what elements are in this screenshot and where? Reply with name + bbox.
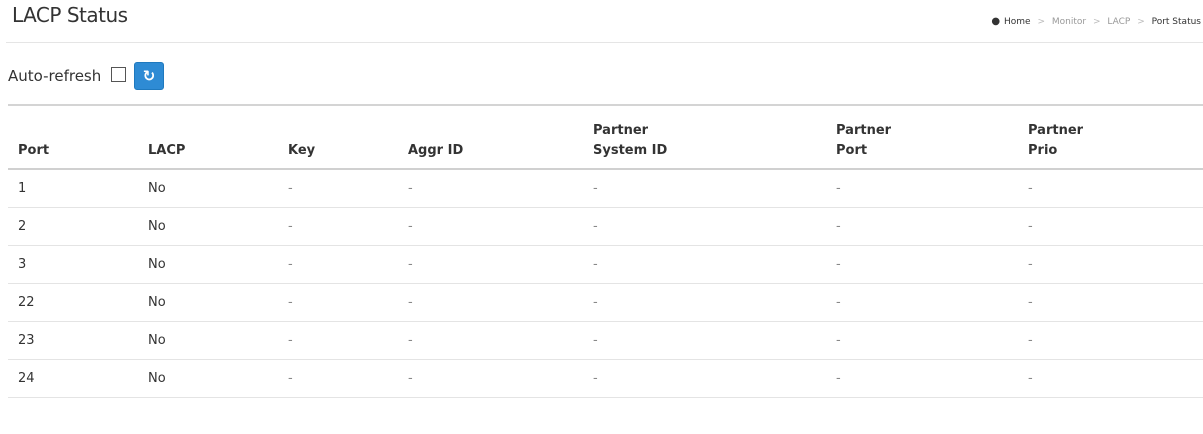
partner-port-cell: - [826, 245, 1018, 284]
refresh-icon: ↻ [142, 67, 156, 85]
partner-system-id-cell: - [583, 245, 826, 284]
table-row: 1 No - - - - - [8, 169, 1203, 208]
lacp-status-table-container: Port LACP Key Aggr ID Partner System ID P… [8, 104, 1203, 398]
partner-system-id-cell: - [583, 207, 826, 246]
breadcrumb-home[interactable]: Home [1004, 17, 1031, 27]
partner-prio-cell: - [1018, 207, 1203, 246]
partner-prio-cell: - [1018, 283, 1203, 322]
partner-system-id-cell: - [583, 283, 826, 322]
partner-port-cell: - [826, 169, 1018, 208]
table-row: 24 No - - - - - [8, 359, 1203, 398]
port-cell: 1 [8, 169, 138, 208]
aggr-id-cell: - [398, 245, 583, 284]
aggr-id-cell: - [398, 207, 583, 246]
table-row: 22 No - - - - - [8, 283, 1203, 322]
partner-system-id-cell: - [583, 359, 826, 398]
partner-port-cell: - [826, 207, 1018, 246]
title-divider [6, 42, 1203, 43]
aggr-id-cell: - [398, 321, 583, 360]
table-row: 2 No - - - - - [8, 207, 1203, 246]
column-header-partner-system-id: Partner System ID [583, 106, 826, 170]
breadcrumb-monitor[interactable]: Monitor [1052, 17, 1086, 27]
column-header-partner-port: Partner Port [826, 106, 1018, 170]
column-header-port: Port [8, 106, 138, 170]
partner-system-id-cell: - [583, 169, 826, 208]
lacp-cell: No [138, 245, 278, 284]
port-cell: 24 [8, 359, 138, 398]
key-cell: - [278, 359, 398, 398]
aggr-id-cell: - [398, 359, 583, 398]
breadcrumb-port-status: Port Status [1151, 17, 1201, 27]
partner-system-id-cell: - [583, 321, 826, 360]
breadcrumb-separator: > [1037, 17, 1045, 27]
lacp-cell: No [138, 283, 278, 322]
key-cell: - [278, 245, 398, 284]
refresh-button[interactable]: ↻ [134, 62, 164, 90]
partner-prio-cell: - [1018, 321, 1203, 360]
port-cell: 23 [8, 321, 138, 360]
partner-prio-cell: - [1018, 359, 1203, 398]
lacp-status-page: LACP Status ● Home > Monitor > LACP > Po… [0, 0, 1203, 434]
lacp-cell: No [138, 169, 278, 208]
port-cell: 3 [8, 245, 138, 284]
port-cell: 22 [8, 283, 138, 322]
partner-port-cell: - [826, 359, 1018, 398]
auto-refresh-label: Auto-refresh [8, 67, 102, 85]
key-cell: - [278, 207, 398, 246]
lacp-cell: No [138, 359, 278, 398]
breadcrumb-lacp[interactable]: LACP [1107, 17, 1130, 27]
partner-port-cell: - [826, 321, 1018, 360]
column-header-key: Key [278, 106, 398, 170]
lacp-cell: No [138, 321, 278, 360]
partner-prio-cell: - [1018, 245, 1203, 284]
column-header-lacp: LACP [138, 106, 278, 170]
breadcrumb-separator: > [1092, 17, 1101, 27]
breadcrumb: ● Home > Monitor > LACP > Port Status [991, 16, 1201, 27]
column-header-aggr-id: Aggr ID [398, 106, 583, 170]
partner-port-cell: - [826, 283, 1018, 322]
table-header-row: Port LACP Key Aggr ID Partner System ID P… [8, 106, 1203, 170]
page-title: LACP Status [12, 3, 128, 27]
key-cell: - [278, 321, 398, 360]
table-row: 23 No - - - - - [8, 321, 1203, 360]
key-cell: - [278, 169, 398, 208]
key-cell: - [278, 283, 398, 322]
aggr-id-cell: - [398, 169, 583, 208]
aggr-id-cell: - [398, 283, 583, 322]
auto-refresh-checkbox[interactable] [111, 67, 126, 82]
port-cell: 2 [8, 207, 138, 246]
table-row: 3 No - - - - - [8, 245, 1203, 284]
partner-prio-cell: - [1018, 169, 1203, 208]
home-icon[interactable]: ● [991, 16, 1000, 27]
breadcrumb-separator: > [1137, 17, 1145, 27]
lacp-cell: No [138, 207, 278, 246]
lacp-status-table: Port LACP Key Aggr ID Partner System ID P… [8, 106, 1203, 398]
column-header-partner-prio: Partner Prio [1018, 106, 1203, 170]
